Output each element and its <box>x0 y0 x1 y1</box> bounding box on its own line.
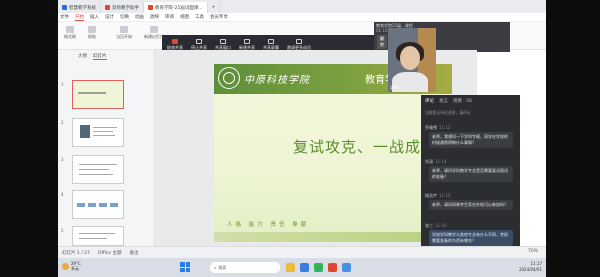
system-tray-clock[interactable]: 11:17 2024/04/01 <box>519 261 542 273</box>
ppt-icon <box>148 5 153 10</box>
slide-thumb-4[interactable] <box>72 190 124 219</box>
pause-icon <box>196 38 202 44</box>
menu-tools[interactable]: 工具 <box>195 14 204 20</box>
share-screen-button[interactable]: 共享屏幕 <box>263 38 279 51</box>
tab-viewers[interactable]: 观看 · 56 <box>453 98 472 104</box>
slide-motto: 人格 能力 责任 奉献 <box>227 222 310 228</box>
start-from-current-button[interactable]: 当页开始 <box>116 26 132 40</box>
ribbon-menu: 文件 开始 插入 设计 切换 动画 放映 审阅 视图 工具 会员专享 <box>58 13 546 22</box>
school-logo <box>218 67 240 89</box>
new-tab-button[interactable]: + <box>208 2 221 13</box>
brush-icon <box>66 26 74 33</box>
slide-counter: 幻灯片 1 / 27 <box>62 250 90 256</box>
slide-number: 3 <box>61 157 64 162</box>
video-label: 录制 <box>390 85 398 90</box>
menu-slideshow[interactable]: 放映 <box>150 14 159 20</box>
comment-author: 肖涵 11:14 <box>425 159 447 164</box>
school-name: 中原科技学院 <box>244 75 310 86</box>
slide-number: 4 <box>61 192 64 197</box>
search-icon: ⌕ <box>214 265 217 270</box>
windows-taskbar: 29°C 多云 ⌕ 搜索 11:17 2024/04/01 <box>58 258 546 277</box>
menu-view[interactable]: 视图 <box>180 14 189 20</box>
menu-review[interactable]: 审阅 <box>165 14 174 20</box>
app-icon <box>105 5 110 10</box>
menu-animations[interactable]: 动画 <box>135 14 144 20</box>
menu-home[interactable]: 开始 <box>75 14 84 21</box>
clipboard-icon <box>88 26 96 33</box>
slide-footer-band <box>214 232 452 242</box>
comment-bubble: 学校学科教学与其他专业有什么不同，考前需要准备的东西有哪些？ <box>429 230 513 246</box>
comment-author: 张三 11:16 <box>425 223 447 228</box>
slide-number: 2 <box>61 120 64 125</box>
menu-file[interactable]: 文件 <box>60 14 69 20</box>
menu-insert[interactable]: 插入 <box>90 14 99 20</box>
weather-widget[interactable]: 29°C 多云 <box>62 261 81 272</box>
new-share-button[interactable]: 新建共享 <box>239 38 255 51</box>
screen: 智慧教学系统 双师教学助手 教育学院-25届试面课... + 文件 开始 插入 … <box>58 0 546 277</box>
plus-icon <box>244 38 250 44</box>
wechat-icon[interactable] <box>314 263 323 272</box>
slide-number: 1 <box>61 82 64 87</box>
tab-outline[interactable]: 大纲 <box>78 53 87 60</box>
status-bar: 幻灯片 1 / 27 Office 主题 备注 70% <box>58 246 546 258</box>
comment-hint: 当前暂无评论消息，请评论 <box>425 110 471 115</box>
comment-author: 杨浩宇 11:15 <box>425 193 451 198</box>
bezel-left <box>0 0 58 277</box>
comment-bubble: 老师，请问如果考生家在外地可以参加吗？ <box>429 200 513 210</box>
slide-title: 复试攻克、一战成硕 <box>293 138 438 156</box>
pane-tabs: 大纲 幻灯片 <box>78 53 107 60</box>
end-share-button[interactable]: 结束共享 <box>167 38 183 51</box>
zoom-control: 70% <box>528 249 538 254</box>
taskbar-search[interactable]: ⌕ 搜索 <box>210 262 280 273</box>
window-icon <box>220 38 226 44</box>
comment-bubble: 老师，请问学科教学专业是否需要复试面试的准备？ <box>429 166 513 182</box>
tab-comments[interactable]: 评论 <box>425 98 434 104</box>
slide-thumb-1[interactable] <box>72 80 124 109</box>
bezel-right <box>546 0 600 277</box>
notes-toggle[interactable]: 备注 <box>129 250 138 256</box>
meeting-app-icon[interactable] <box>342 263 351 272</box>
theme-name: Office 主题 <box>97 250 122 256</box>
share-window-button[interactable]: 共享窗口 <box>215 38 231 51</box>
presenter-video[interactable]: 录制 <box>388 28 436 92</box>
menu-transitions[interactable]: 切换 <box>120 14 129 20</box>
slide-thumb-5[interactable] <box>72 226 124 246</box>
slide-thumb-3[interactable] <box>72 155 124 184</box>
app-icon <box>62 5 67 10</box>
format-painter-button[interactable]: 格式刷 <box>64 26 76 40</box>
sun-icon <box>62 263 69 270</box>
tab-slides[interactable]: 幻灯片 <box>93 53 107 60</box>
presenter-face <box>400 46 420 70</box>
comment-tabs: 评论 发言 观看 · 56 <box>425 98 472 104</box>
zoom-level[interactable]: 70% <box>528 249 538 254</box>
stop-icon <box>172 38 178 44</box>
slide-thumbnail-pane: 大纲 幻灯片 1 2 3 4 5 <box>58 50 155 258</box>
new-slide-button[interactable]: 新建幻灯片 <box>144 26 164 40</box>
invite-button[interactable]: 邀请更多成员 <box>287 38 311 51</box>
tab-presentation[interactable]: 教育学院-25届试面课... <box>144 2 208 13</box>
wps-icon[interactable] <box>328 263 337 272</box>
menu-member[interactable]: 会员专享 <box>210 14 228 20</box>
slide-number: 5 <box>61 228 64 233</box>
slide-icon <box>150 26 158 33</box>
browser-icon[interactable] <box>300 263 309 272</box>
add-user-icon <box>296 38 302 44</box>
paste-button[interactable]: 粘贴 <box>88 26 96 40</box>
flip-button[interactable]: 翻转 <box>377 35 387 49</box>
comment-author: 乔瑜雪 11:12 <box>425 125 451 130</box>
menu-design[interactable]: 设计 <box>105 14 114 20</box>
stop-share-button[interactable]: 停止共享 <box>191 38 207 51</box>
start-button[interactable] <box>180 262 190 272</box>
tab-dual-teacher[interactable]: 双师教学助手 <box>101 2 144 13</box>
tab-speak[interactable]: 发言 <box>439 98 448 104</box>
monitor-icon <box>268 38 274 44</box>
play-icon <box>120 26 128 33</box>
comment-bubble: 老师，我想问一下学科专硕，同学在学校的时候通常得做什么事情？ <box>429 132 513 148</box>
slide-thumb-2[interactable] <box>72 118 124 147</box>
browser-tab-bar: 智慧教学系统 双师教学助手 教育学院-25届试面课... + <box>58 0 546 13</box>
file-explorer-icon[interactable] <box>286 263 295 272</box>
tab-smart-teaching[interactable]: 智慧教学系统 <box>58 2 101 13</box>
